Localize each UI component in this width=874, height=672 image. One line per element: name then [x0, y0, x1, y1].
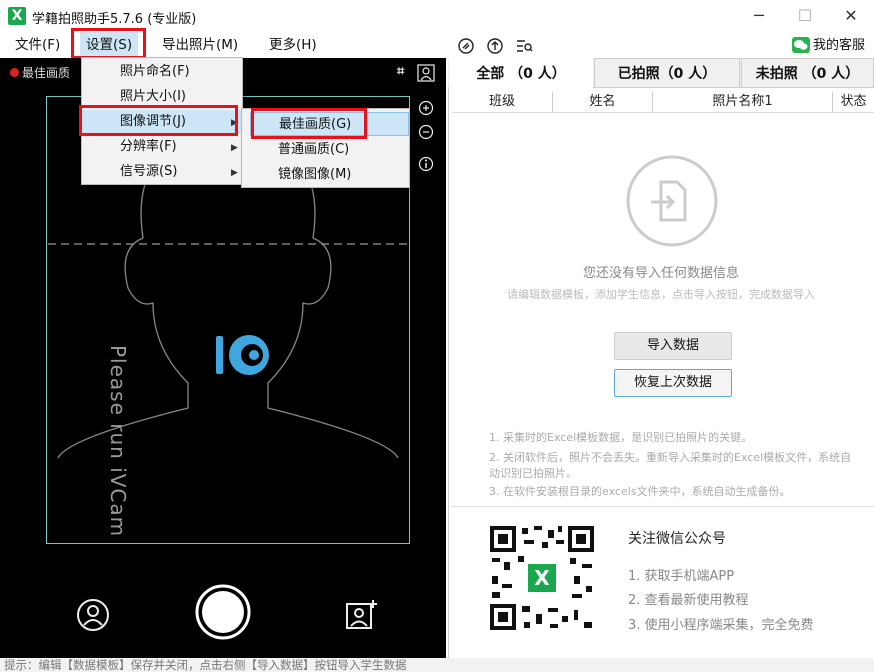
- add-photo-icon[interactable]: [344, 598, 378, 632]
- submenu-arrow-icon: ▶: [231, 143, 238, 153]
- tab-not-photographed[interactable]: 未拍照 （0 人）: [741, 58, 874, 88]
- highlight-box-settings: [71, 28, 146, 59]
- wechat-title: 关注微信公众号: [628, 531, 726, 547]
- zoom-in-icon[interactable]: [418, 100, 434, 116]
- divider: [450, 506, 874, 507]
- tip-1: 1. 采集时的Excel模板数据，是识别已拍照片的关键。: [489, 431, 753, 444]
- column-status[interactable]: 状态: [833, 92, 874, 112]
- window-title: 学籍拍照助手5.7.6 (专业版): [32, 12, 197, 27]
- import-file-icon: [626, 155, 718, 247]
- app-logo-icon: X: [8, 7, 26, 25]
- user-profile-icon[interactable]: [76, 598, 110, 632]
- wechat-item-1: 1. 获取手机端APP: [628, 569, 735, 584]
- import-data-button[interactable]: 导入数据: [614, 332, 732, 360]
- info-icon[interactable]: [418, 156, 434, 172]
- customer-service-link[interactable]: 我的客服: [813, 36, 865, 56]
- minimize-button[interactable]: ─: [736, 0, 782, 32]
- menu-item-mirror-image[interactable]: 镜像图像(M): [250, 163, 409, 187]
- menu-item-signal-source[interactable]: 信号源(S): [82, 160, 242, 184]
- restore-data-button[interactable]: 恢复上次数据: [614, 369, 732, 397]
- highlight-box-image-adjust: [79, 105, 238, 136]
- record-indicator: [10, 68, 19, 77]
- menu-item-normal-quality[interactable]: 普通画质(C): [250, 138, 409, 162]
- submenu-arrow-icon: ▶: [231, 168, 238, 178]
- tip-3: 3. 在软件安装根目录的excels文件夹中，系统自动生成备份。: [489, 485, 791, 498]
- menu-export-photos[interactable]: 导出照片(M): [156, 32, 244, 58]
- empty-state-title: 您还没有导入任何数据信息: [582, 266, 739, 281]
- zoom-out-icon[interactable]: [418, 124, 434, 140]
- column-class[interactable]: 班级: [452, 92, 553, 112]
- ivcam-logo-icon: [216, 335, 269, 375]
- column-photo-name[interactable]: 照片名称1: [653, 92, 833, 112]
- wechat-item-3: 3. 使用小程序端采集，完全免费: [628, 618, 814, 633]
- menu-file[interactable]: 文件(F): [9, 32, 66, 58]
- tab-all[interactable]: 全部 （0 人）: [449, 58, 593, 88]
- svg-text:X: X: [534, 566, 550, 590]
- tip-2: 2. 关闭软件后，照片不会丢失。重新导入采集时的Excel模板文件，系统自动识别…: [489, 451, 852, 480]
- maximize-button[interactable]: ☐: [782, 0, 828, 32]
- menu-more[interactable]: 更多(H): [263, 32, 323, 58]
- wechat-item-2: 2. 查看最新使用教程: [628, 593, 749, 608]
- menu-item-resolution[interactable]: 分辨率(F): [82, 135, 242, 159]
- wechat-qr-code: X: [488, 524, 596, 632]
- portrait-icon[interactable]: [417, 64, 435, 82]
- upload-icon[interactable]: [485, 36, 505, 56]
- grid-icon[interactable]: ⌗: [397, 64, 411, 80]
- quality-label: 最佳画质: [22, 66, 71, 80]
- close-button[interactable]: ✕: [828, 0, 874, 32]
- shutter-button[interactable]: [195, 584, 251, 640]
- wechat-icon[interactable]: [792, 37, 810, 53]
- column-name[interactable]: 姓名: [553, 92, 653, 112]
- tab-photographed[interactable]: 已拍照（0 人）: [594, 58, 740, 88]
- highlight-box-best-quality: [251, 108, 367, 139]
- clip-icon[interactable]: [456, 36, 476, 56]
- menu-item-photo-naming[interactable]: 照片命名(F): [82, 60, 242, 84]
- status-bar: 提示：编辑【数据模板】保存并关闭，点击右侧【导入数据】按钮导入学生数据: [0, 658, 874, 672]
- empty-state-subtitle: 请编辑数据模板，添加学生信息，点击导入按钮，完成数据导入: [507, 288, 815, 301]
- search-list-icon[interactable]: [514, 36, 534, 56]
